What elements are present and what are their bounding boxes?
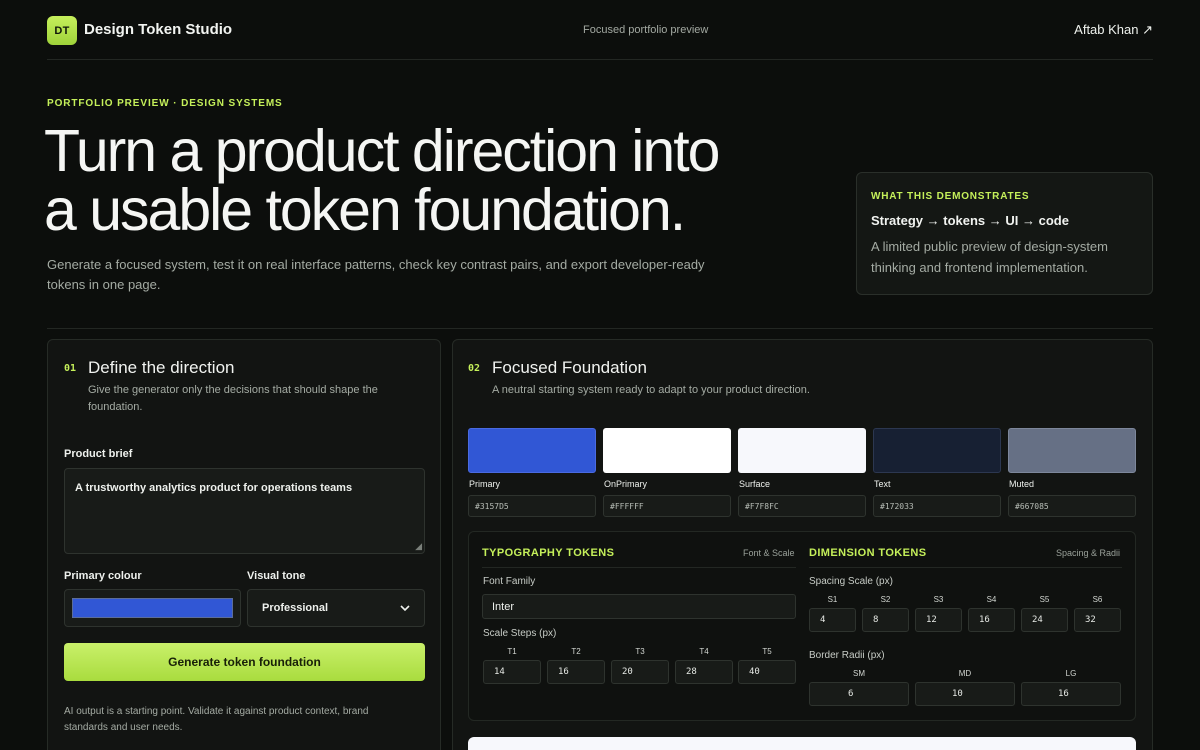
radius-key: SM	[853, 669, 865, 678]
demo-card: WHAT THIS DEMONSTRATES Strategy → tokens…	[856, 172, 1153, 295]
swatch-hex-input[interactable]: #FFFFFF	[603, 495, 731, 517]
hero-eyebrow: PORTFOLIO PREVIEW · DESIGN SYSTEMS	[47, 98, 283, 109]
dimension-tokens-title: DIMENSION TOKENS	[809, 547, 927, 559]
visual-tone-label: Visual tone	[247, 570, 306, 582]
radius-input[interactable]: 6	[809, 682, 909, 706]
typography-tokens-note: Font & Scale	[743, 548, 795, 558]
dimension-tokens-note: Spacing & Radii	[1056, 548, 1121, 558]
visual-tone-select[interactable]: Professional	[247, 589, 425, 627]
scale-step-key: T5	[762, 647, 772, 656]
focused-foundation-title: Focused Foundation	[492, 358, 647, 377]
demo-eyebrow: WHAT THIS DEMONSTRATES	[871, 191, 1030, 202]
primary-colour-label: Primary colour	[64, 570, 142, 582]
spacing-key: S6	[1092, 595, 1103, 604]
scale-step-input[interactable]: 14	[483, 660, 541, 684]
radius-key: LG	[1065, 669, 1077, 678]
scale-step-input[interactable]: 20	[611, 660, 669, 684]
preview-card-top	[468, 737, 1136, 750]
swatch-onprimary[interactable]	[603, 428, 731, 473]
scale-step-input[interactable]: 40	[738, 660, 796, 684]
font-family-input[interactable]: Inter	[482, 594, 796, 619]
scale-step-key: T2	[571, 647, 581, 656]
scale-step-input[interactable]: 16	[547, 660, 605, 684]
generate-token-foundation-button[interactable]: Generate token foundation	[64, 643, 425, 681]
step-number-01: 01	[64, 363, 77, 374]
header-center-note: Focused portfolio preview	[583, 24, 709, 36]
header-divider	[47, 59, 1153, 60]
brand-name[interactable]: Design Token Studio	[84, 21, 232, 38]
typography-tokens-title: TYPOGRAPHY TOKENS	[482, 547, 615, 559]
radius-key: MD	[958, 669, 972, 678]
scale-step-key: T4	[699, 647, 709, 656]
spacing-key: S3	[933, 595, 944, 604]
hero-subtitle: Generate a focused system, test it on re…	[47, 257, 705, 292]
hero-title: Turn a product direction into a usable t…	[44, 122, 834, 240]
product-brief-label: Product brief	[64, 448, 133, 460]
logo-badge: DT	[47, 16, 77, 45]
dimension-divider	[809, 567, 1122, 568]
spacing-key: S4	[986, 595, 997, 604]
define-direction-subtitle: Give the generator only the decisions th…	[88, 384, 378, 413]
spacing-input[interactable]: 4	[809, 608, 856, 632]
spacing-scale-label: Spacing Scale (px)	[809, 576, 893, 587]
hero-title-line-2: a usable token foundation.	[44, 177, 686, 243]
swatch-name: Muted	[1009, 479, 1035, 489]
chevron-down-icon	[400, 604, 410, 611]
spacing-input[interactable]: 8	[862, 608, 909, 632]
primary-colour-picker[interactable]	[64, 589, 241, 627]
swatch-name: Primary	[469, 479, 500, 489]
scale-steps-label: Scale Steps (px)	[483, 628, 557, 639]
demo-description: A limited public preview of design-syste…	[871, 239, 1108, 275]
spacing-key: S5	[1039, 595, 1050, 604]
define-direction-title: Define the direction	[88, 358, 235, 377]
scale-step-key: T1	[507, 647, 517, 656]
product-brief-value: A trustworthy analytics product for oper…	[75, 482, 353, 494]
scale-step-key: T3	[635, 647, 645, 656]
swatch-name: Surface	[739, 479, 771, 489]
product-brief-textarea[interactable]: A trustworthy analytics product for oper…	[64, 468, 425, 554]
swatch-name: Text	[874, 479, 891, 489]
spacing-input[interactable]: 12	[915, 608, 962, 632]
author-link[interactable]: Aftab Khan ↗	[1074, 22, 1153, 38]
hero-divider	[47, 328, 1153, 329]
swatch-hex-input[interactable]: #172033	[873, 495, 1001, 517]
swatch-primary[interactable]	[468, 428, 596, 473]
resize-handle-icon[interactable]: ◢	[415, 542, 422, 551]
radius-input[interactable]: 16	[1021, 682, 1121, 706]
spacing-key: S2	[880, 595, 891, 604]
ai-disclaimer: AI output is a starting point. Validate …	[64, 706, 369, 733]
swatch-hex-input[interactable]: #F7F8FC	[738, 495, 866, 517]
border-radii-label: Border Radii (px)	[809, 650, 885, 661]
font-family-label: Font Family	[483, 576, 536, 587]
swatch-surface[interactable]	[738, 428, 866, 473]
spacing-input[interactable]: 16	[968, 608, 1015, 632]
primary-colour-preview	[72, 598, 233, 618]
swatch-name: OnPrimary	[604, 479, 648, 489]
swatch-text[interactable]	[873, 428, 1001, 473]
spacing-input[interactable]: 24	[1021, 608, 1068, 632]
spacing-key: S1	[827, 595, 838, 604]
scale-step-input[interactable]: 28	[675, 660, 733, 684]
step-number-02: 02	[468, 363, 481, 374]
focused-foundation-subtitle: A neutral starting system ready to adapt…	[492, 384, 810, 396]
radius-input[interactable]: 10	[915, 682, 1015, 706]
swatch-muted[interactable]	[1008, 428, 1136, 473]
visual-tone-value: Professional	[262, 602, 329, 614]
swatch-hex-input[interactable]: #3157D5	[468, 495, 596, 517]
spacing-input[interactable]: 32	[1074, 608, 1121, 632]
demo-title: Strategy → tokens → UI → code	[871, 213, 1069, 228]
hero-title-line-1: Turn a product direction into	[44, 118, 720, 184]
typography-divider	[482, 567, 796, 568]
swatch-hex-input[interactable]: #667085	[1008, 495, 1136, 517]
